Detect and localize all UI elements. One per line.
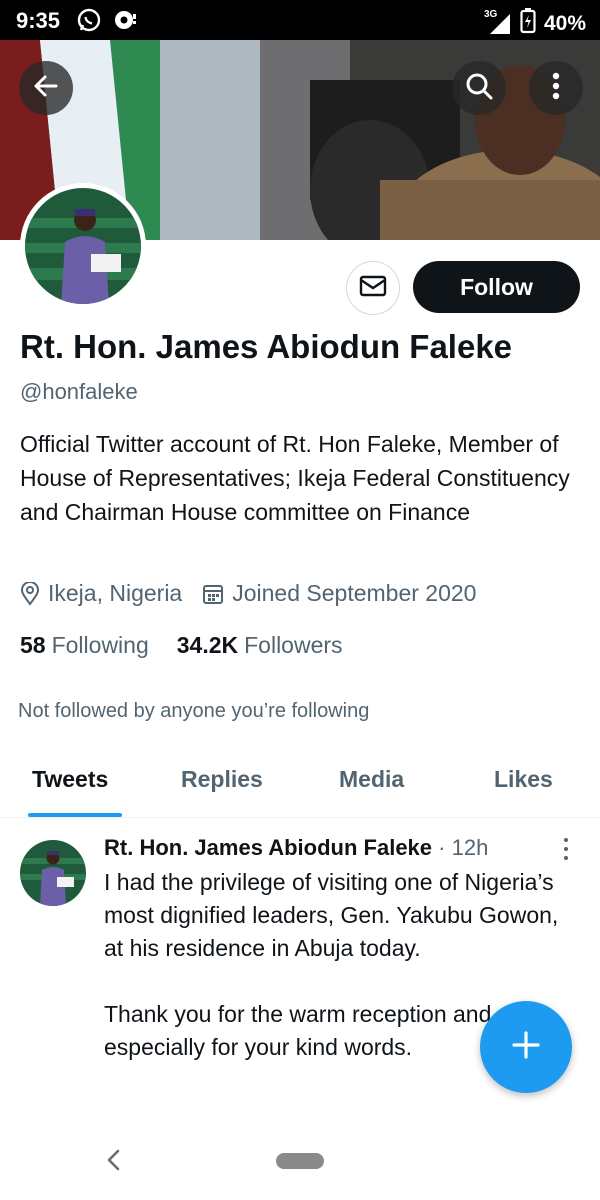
message-button[interactable] <box>346 261 400 315</box>
follow-button[interactable]: Follow <box>413 261 580 313</box>
tweet-author[interactable]: Rt. Hon. James Abiodun Faleke <box>104 835 432 860</box>
tweet-header: Rt. Hon. James Abiodun Faleke · 12h <box>104 835 488 861</box>
profile-avatar[interactable] <box>20 183 146 309</box>
system-back-icon[interactable] <box>104 1148 124 1177</box>
back-button[interactable] <box>19 61 73 115</box>
tab-likes[interactable]: Likes <box>494 766 553 793</box>
profile-tabs: Tweets Replies Media Likes <box>0 752 600 818</box>
more-options-button[interactable] <box>529 61 583 115</box>
status-time: 9:35 <box>16 8 61 33</box>
profile-location: Ikeja, Nigeria <box>48 580 183 606</box>
search-button[interactable] <box>452 61 506 115</box>
tweet-time: 12h <box>451 835 489 860</box>
profile-name: Rt. Hon. James Abiodun Faleke <box>20 328 513 365</box>
profile-handle: @honfaleke <box>20 379 138 404</box>
envelope-icon <box>359 275 387 302</box>
following-count: 58 <box>20 632 46 658</box>
followers-label: Followers <box>244 632 343 658</box>
tweet-separator: · <box>438 835 446 860</box>
following-label: Following <box>51 632 149 658</box>
calendar-icon <box>202 583 224 605</box>
plus-icon <box>511 1030 541 1065</box>
arrow-left-icon <box>32 72 60 105</box>
whatsapp-icon <box>76 7 102 38</box>
tweet-paragraph: I had the privilege of visiting one of N… <box>104 869 559 961</box>
not-followed-note: Not followed by anyone you’re following <box>18 700 370 722</box>
profile-meta: Ikeja, Nigeria Joined September 2020 <box>20 580 476 607</box>
more-vertical-icon <box>552 72 560 105</box>
search-icon <box>464 71 494 106</box>
notification-icon <box>112 7 140 38</box>
home-pill[interactable] <box>276 1153 324 1169</box>
battery-percent: 40% <box>543 12 586 35</box>
location-pin-icon <box>20 581 40 606</box>
system-nav-bar <box>0 1120 600 1200</box>
signal-icon: 3G <box>484 9 512 36</box>
profile-bio: Official Twitter account of Rt. Hon Fale… <box>20 431 570 525</box>
tab-replies[interactable]: Replies <box>181 766 263 793</box>
tab-media[interactable]: Media <box>339 766 404 793</box>
profile-joined: Joined September 2020 <box>232 580 477 606</box>
status-bar: 9:35 3G 40% <box>0 0 600 40</box>
profile-counts: 58 Following 34.2K Followers <box>20 632 371 659</box>
tweet-avatar-photo <box>20 840 86 906</box>
battery-icon <box>520 8 536 40</box>
followers-count: 34.2K <box>176 632 239 658</box>
tweet-more-button[interactable] <box>556 836 576 862</box>
following-link[interactable]: 58 Following <box>20 632 149 659</box>
followers-link[interactable]: 34.2K Followers <box>177 632 343 659</box>
tweet-avatar[interactable] <box>20 840 86 906</box>
compose-tweet-button[interactable] <box>480 1001 572 1093</box>
status-right: 3G 40% <box>484 8 586 40</box>
tab-tweets[interactable]: Tweets <box>32 766 108 793</box>
active-tab-indicator <box>28 813 122 817</box>
avatar-photo <box>25 188 141 304</box>
